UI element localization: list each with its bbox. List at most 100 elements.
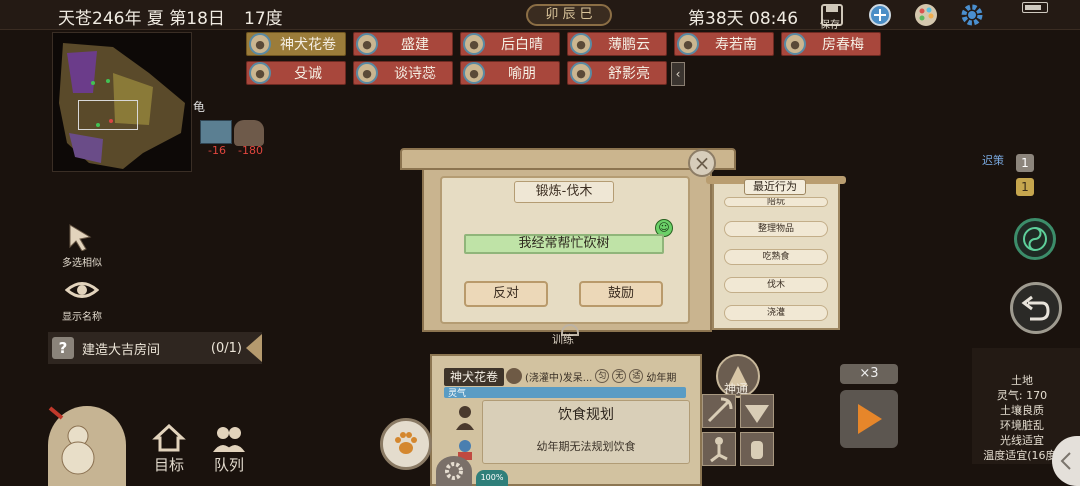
settings-button[interactable] [958, 2, 986, 28]
character-chip-name: 喻朋 [508, 66, 536, 82]
strategy-badge[interactable]: 1 [1016, 154, 1034, 172]
skill-slot[interactable] [740, 432, 774, 466]
character-chip[interactable]: ● 后白晴 [460, 32, 560, 56]
battery-icon [1022, 2, 1048, 13]
env-title: 土地 [1011, 374, 1033, 387]
tag-badge: 无 [612, 369, 627, 383]
save-label: 保存 [820, 20, 840, 31]
avatar-icon: ● [463, 33, 485, 55]
eye-icon [62, 274, 102, 306]
scroll-button[interactable] [866, 2, 894, 28]
undo-arrow-icon [1021, 295, 1050, 321]
gear-small-icon [445, 462, 463, 480]
character-chip[interactable]: ● 房春梅 [781, 32, 881, 56]
play-button[interactable] [840, 390, 898, 448]
character-chip-name: 舒影亮 [608, 66, 650, 82]
avatar-icon: ● [463, 62, 485, 84]
skill-slot[interactable] [702, 394, 736, 428]
character-chip[interactable]: ● 舒影亮 [567, 61, 667, 85]
play-icon [858, 404, 882, 434]
character-chip[interactable]: ● 寿若南 [674, 32, 774, 56]
collapse-chips-button[interactable]: ‹ [671, 62, 685, 86]
character-chip-name: 谈诗蕊 [394, 66, 436, 82]
character-name: 神犬花卷 [444, 368, 504, 386]
question-icon: ? [52, 337, 74, 359]
character-chip[interactable]: ● 殳诚 [246, 61, 346, 85]
pot-value: -180 [238, 144, 263, 157]
quest-collapse-arrow-icon[interactable] [246, 334, 262, 362]
speed-multiplier[interactable]: ×3 [840, 364, 898, 384]
yin-yang-button[interactable] [1014, 218, 1056, 260]
character-activity: (浇灌中)发呆... [525, 372, 593, 384]
character-chip[interactable]: ● 喻朋 [460, 61, 560, 85]
avatar-icon: ● [249, 62, 271, 84]
recent-actions-title: 最近行为 [744, 179, 806, 195]
minimap-side-label: 龟 [193, 100, 206, 114]
train-label: 训练 [552, 333, 574, 346]
target-label: 目标 [153, 456, 184, 474]
leaf-icon [506, 368, 522, 384]
multi-select-button[interactable]: 多选相似 [56, 220, 108, 269]
season-emblem: 卯 辰 巳 [526, 4, 612, 26]
tag-badge: 匀 [595, 369, 610, 383]
scroll-icon [869, 4, 891, 26]
multi-select-icon [62, 220, 102, 252]
quest-count: (0/1) [210, 340, 242, 356]
character-chip-name: 寿若南 [715, 37, 757, 53]
group-icon [209, 424, 249, 452]
skill-slot[interactable] [702, 432, 736, 466]
character-chip-name: 薄鹏云 [608, 37, 650, 53]
avatar-icon: ● [249, 33, 271, 55]
paw-button[interactable] [380, 418, 432, 470]
character-chip[interactable]: ● 盛建 [353, 32, 453, 56]
undo-button[interactable] [1010, 282, 1062, 334]
character-chip-name: 神犬花卷 [280, 37, 336, 53]
recent-item: 陪玩 [724, 197, 828, 207]
character-stage: 幼年期 [646, 372, 677, 384]
show-names-button[interactable]: 显示名称 [56, 274, 108, 323]
character-chip-name: 盛建 [401, 37, 429, 53]
strategy-badge-gold[interactable]: 1 [1016, 178, 1034, 196]
pot-icon [234, 120, 264, 146]
gourd-icon [48, 406, 95, 475]
stone-bin-icon [200, 120, 232, 144]
target-button[interactable]: 目标 [144, 424, 194, 475]
avatar-icon: ● [356, 62, 378, 84]
show-names-label: 显示名称 [62, 312, 102, 323]
character-chip[interactable]: ● 神犬花卷 [246, 32, 346, 56]
encourage-button[interactable]: 鼓励 [579, 281, 663, 307]
kick-icon [710, 437, 728, 463]
fan-icon [745, 405, 769, 423]
character-chip[interactable]: ● 谈诗蕊 [353, 61, 453, 85]
diet-card-title: 饮食规划 [558, 407, 614, 423]
skill-slot[interactable] [740, 394, 774, 428]
paw-icon [395, 432, 417, 454]
avatar-icon: ● [356, 33, 378, 55]
avatar-icon: ● [677, 33, 699, 55]
palette-button[interactable] [912, 2, 940, 28]
minimap-viewport[interactable] [78, 100, 138, 130]
game-date: 天苍246年 夏 第18日 [58, 9, 225, 29]
gourd-button[interactable] [48, 406, 126, 486]
quest-label: 建造大吉房间 [82, 342, 161, 358]
avatar-icon: ● [570, 62, 592, 84]
avatar-icon: ● [784, 33, 806, 55]
queue-button[interactable]: 队列 [204, 424, 254, 475]
yin-yang-icon [1023, 227, 1047, 251]
stat-icons [452, 402, 478, 462]
recent-item: 伐木 [724, 277, 828, 293]
recent-item: 吃熟食 [724, 249, 828, 265]
quest-bar[interactable]: ? 建造大吉房间 (0/1) [48, 332, 262, 364]
dialog-status: 我经常帮忙砍树 [464, 234, 664, 254]
character-chip[interactable]: ● 薄鹏云 [567, 32, 667, 56]
stone-bin-value: -16 [208, 144, 226, 157]
dialog-roof [400, 148, 736, 170]
gear-small-button[interactable] [436, 456, 472, 486]
oppose-button[interactable]: 反对 [464, 281, 548, 307]
palette-icon [915, 4, 937, 26]
character-chip-name: 房春梅 [822, 37, 864, 53]
chevron-left-icon [1060, 452, 1071, 470]
close-icon[interactable]: × [688, 149, 716, 177]
avatar-icon: ● [570, 33, 592, 55]
temperature: 17度 [244, 9, 283, 29]
